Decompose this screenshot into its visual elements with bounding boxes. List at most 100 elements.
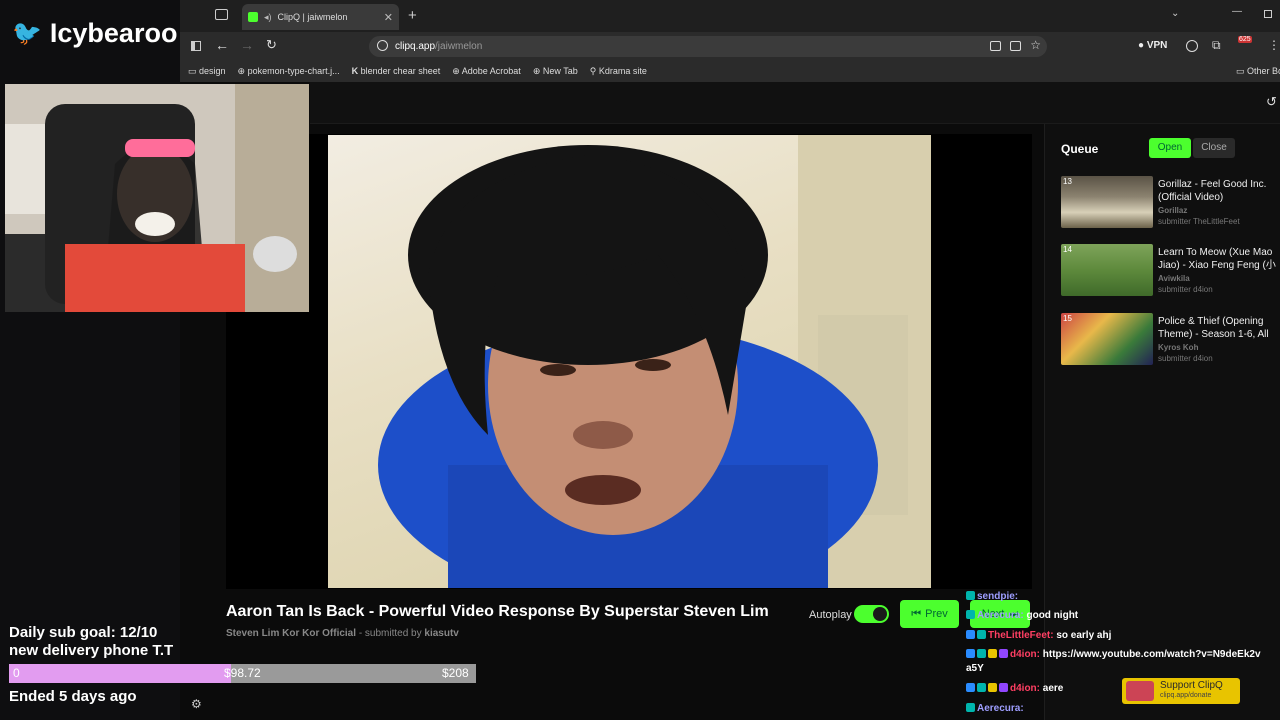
chat-line: Aerecura: good night xyxy=(966,609,1266,623)
screenshot-icon[interactable] xyxy=(990,41,1001,51)
prev-button[interactable]: ⏮ Prev xyxy=(900,600,959,628)
sidebar-toggle-icon[interactable] xyxy=(191,41,201,51)
twitter-handle-overlay: 🐦 Icybearoo xyxy=(12,18,177,49)
badge-icon xyxy=(988,683,997,692)
url-path: /jaiwmelon xyxy=(435,41,483,52)
queue-item-channel: Gorillaz xyxy=(1158,206,1188,215)
queue-item[interactable]: 14 Learn To Meow (Xue Mao Jiao) - Xiao F… xyxy=(1061,244,1280,300)
support-art-icon xyxy=(1126,681,1154,701)
install-app-icon[interactable] xyxy=(1010,41,1021,51)
tab-list-chevron-icon[interactable]: ⌄ xyxy=(1171,8,1179,19)
queue-item-title: Police & Thief (Opening Theme) - Season … xyxy=(1158,316,1269,340)
badge-icon xyxy=(977,683,986,692)
goal-current: $98.72 xyxy=(224,666,261,680)
video-meta: Steven Lim Kor Kor Official - submitted … xyxy=(226,628,459,639)
new-tab-button[interactable]: + xyxy=(408,7,417,24)
queue-item[interactable]: 15 Police & Thief (Opening Theme) - Seas… xyxy=(1061,313,1280,369)
video-still xyxy=(378,135,931,588)
profile-icon[interactable] xyxy=(1186,40,1198,52)
queue-item-channel: Aviwkila xyxy=(1158,274,1190,283)
badge-icon xyxy=(966,649,975,658)
support-sub: clipq.app/donate xyxy=(1160,692,1212,699)
other-bookmarks[interactable]: ▭ Other Boo xyxy=(1236,66,1280,77)
queue-number: 15 xyxy=(1063,314,1072,323)
chat-user: d4ion: xyxy=(1010,683,1040,694)
goal-line-1: Daily sub goal: 12/10 xyxy=(9,624,158,641)
queue-open-button[interactable]: Open xyxy=(1149,138,1191,158)
badge-icon xyxy=(966,703,975,712)
chat-line: TheLittleFeet: so early ahj xyxy=(966,629,1266,643)
bookmark-blender[interactable]: K blender chear sheet xyxy=(352,66,441,76)
reload-icon[interactable]: ↻ xyxy=(266,37,277,53)
video-title: Aaron Tan Is Back - Powerful Video Respo… xyxy=(226,603,769,620)
chat-message: aere xyxy=(1042,683,1064,694)
bookmark-label: pokemon-type-chart.j... xyxy=(247,65,340,76)
queue-item-submitter: submitter d4ion xyxy=(1158,285,1213,294)
settings-gear-icon[interactable]: ⚙ xyxy=(191,697,202,711)
address-bar[interactable]: clipq.app/jaiwmelon ☆ xyxy=(369,36,1047,57)
webcam-still xyxy=(5,84,309,312)
vpn-badge[interactable]: ● VPN xyxy=(1138,40,1167,51)
video-frame[interactable] xyxy=(328,135,931,588)
submitter-name[interactable]: kiasutv xyxy=(424,628,458,639)
badge-icon xyxy=(966,610,975,619)
bookmark-design[interactable]: ▭ design xyxy=(188,66,226,77)
queue-close-button[interactable]: Close xyxy=(1193,138,1235,158)
webcam-overlay xyxy=(5,84,309,312)
bookmark-star-icon[interactable]: ☆ xyxy=(1030,38,1041,52)
chat-line: Aerecura: xyxy=(966,702,1266,716)
support-clipq-button[interactable]: Support ClipQ clipq.app/donate xyxy=(1122,678,1240,704)
site-info-icon[interactable] xyxy=(377,40,388,51)
history-icon[interactable]: ↺ xyxy=(1266,94,1277,110)
queue-number: 13 xyxy=(1063,177,1072,186)
maximize-button[interactable] xyxy=(1264,10,1272,18)
chat-line: d4ion: https://www.youtube.com/watch?v=N… xyxy=(966,648,1266,676)
queue-item-channel: Kyros Koh xyxy=(1158,343,1199,352)
chat-user: Aerecura: xyxy=(977,610,1024,621)
goal-progress-fill xyxy=(9,664,231,683)
bookmark-label: Kdrama site xyxy=(598,65,647,76)
extensions-icon[interactable]: ⧉ xyxy=(1212,38,1221,53)
bookmark-acrobat[interactable]: ⊕ Adobe Acrobat xyxy=(452,66,521,77)
bookmark-newtab[interactable]: ⊕ New Tab xyxy=(533,66,578,77)
queue-item-submitter: submitter d4ion xyxy=(1158,354,1213,363)
queue-thumbnail xyxy=(1061,176,1153,228)
autoplay-label: Autoplay xyxy=(809,609,852,621)
bookmarks-bar: ▭ design ⊕ pokemon-type-chart.j... K ble… xyxy=(180,60,1280,82)
extension-count-badge[interactable]: 625 xyxy=(1238,36,1252,43)
chat-line: sendpie: xyxy=(966,590,1266,604)
channel-name[interactable]: Steven Lim Kor Kor Official xyxy=(226,628,356,639)
support-text: Support ClipQ clipq.app/donate xyxy=(1160,681,1223,701)
badge-icon xyxy=(966,630,975,639)
tab-overview-icon[interactable] xyxy=(215,9,228,20)
badge-icon xyxy=(966,683,975,692)
goal-start: 0 xyxy=(13,666,20,680)
close-tab-icon[interactable]: ✕ xyxy=(384,11,393,24)
tab-favicon xyxy=(248,12,258,22)
menu-icon[interactable]: ⋮ xyxy=(1268,38,1280,52)
skip-back-icon: ⏮ xyxy=(911,607,922,620)
goal-line-2: new delivery phone T.T xyxy=(9,642,174,659)
bookmark-pokemon[interactable]: ⊕ pokemon-type-chart.j... xyxy=(238,66,340,77)
bookmark-kdrama[interactable]: ⚲ Kdrama site xyxy=(590,66,647,77)
toggle-knob xyxy=(873,607,887,621)
bookmark-label: design xyxy=(199,65,226,76)
browser-tab[interactable]: ◂) ClipQ | jaiwmelon ✕ xyxy=(242,4,399,30)
bookmark-label: Adobe Acrobat xyxy=(461,65,521,76)
minimize-button[interactable]: — xyxy=(1232,6,1242,17)
queue-thumbnail xyxy=(1061,244,1153,296)
support-label: Support ClipQ xyxy=(1160,680,1223,691)
forward-arrow-icon[interactable]: → xyxy=(240,37,254,53)
badge-icon xyxy=(977,649,986,658)
chat-user: Aerecura: xyxy=(977,703,1024,714)
vpn-label: VPN xyxy=(1146,40,1168,51)
prev-label: Prev xyxy=(925,608,948,620)
badge-icon xyxy=(966,591,975,600)
autoplay-toggle[interactable] xyxy=(854,605,889,623)
badge-icon xyxy=(999,649,1008,658)
chat-user: TheLittleFeet: xyxy=(988,630,1054,641)
back-arrow-icon[interactable]: ← xyxy=(215,37,229,53)
badge-icon xyxy=(999,683,1008,692)
queue-item-submitter: submitter TheLittleFeet xyxy=(1158,217,1240,226)
queue-item[interactable]: 13 Gorillaz - Feel Good Inc. (Official V… xyxy=(1061,176,1280,232)
